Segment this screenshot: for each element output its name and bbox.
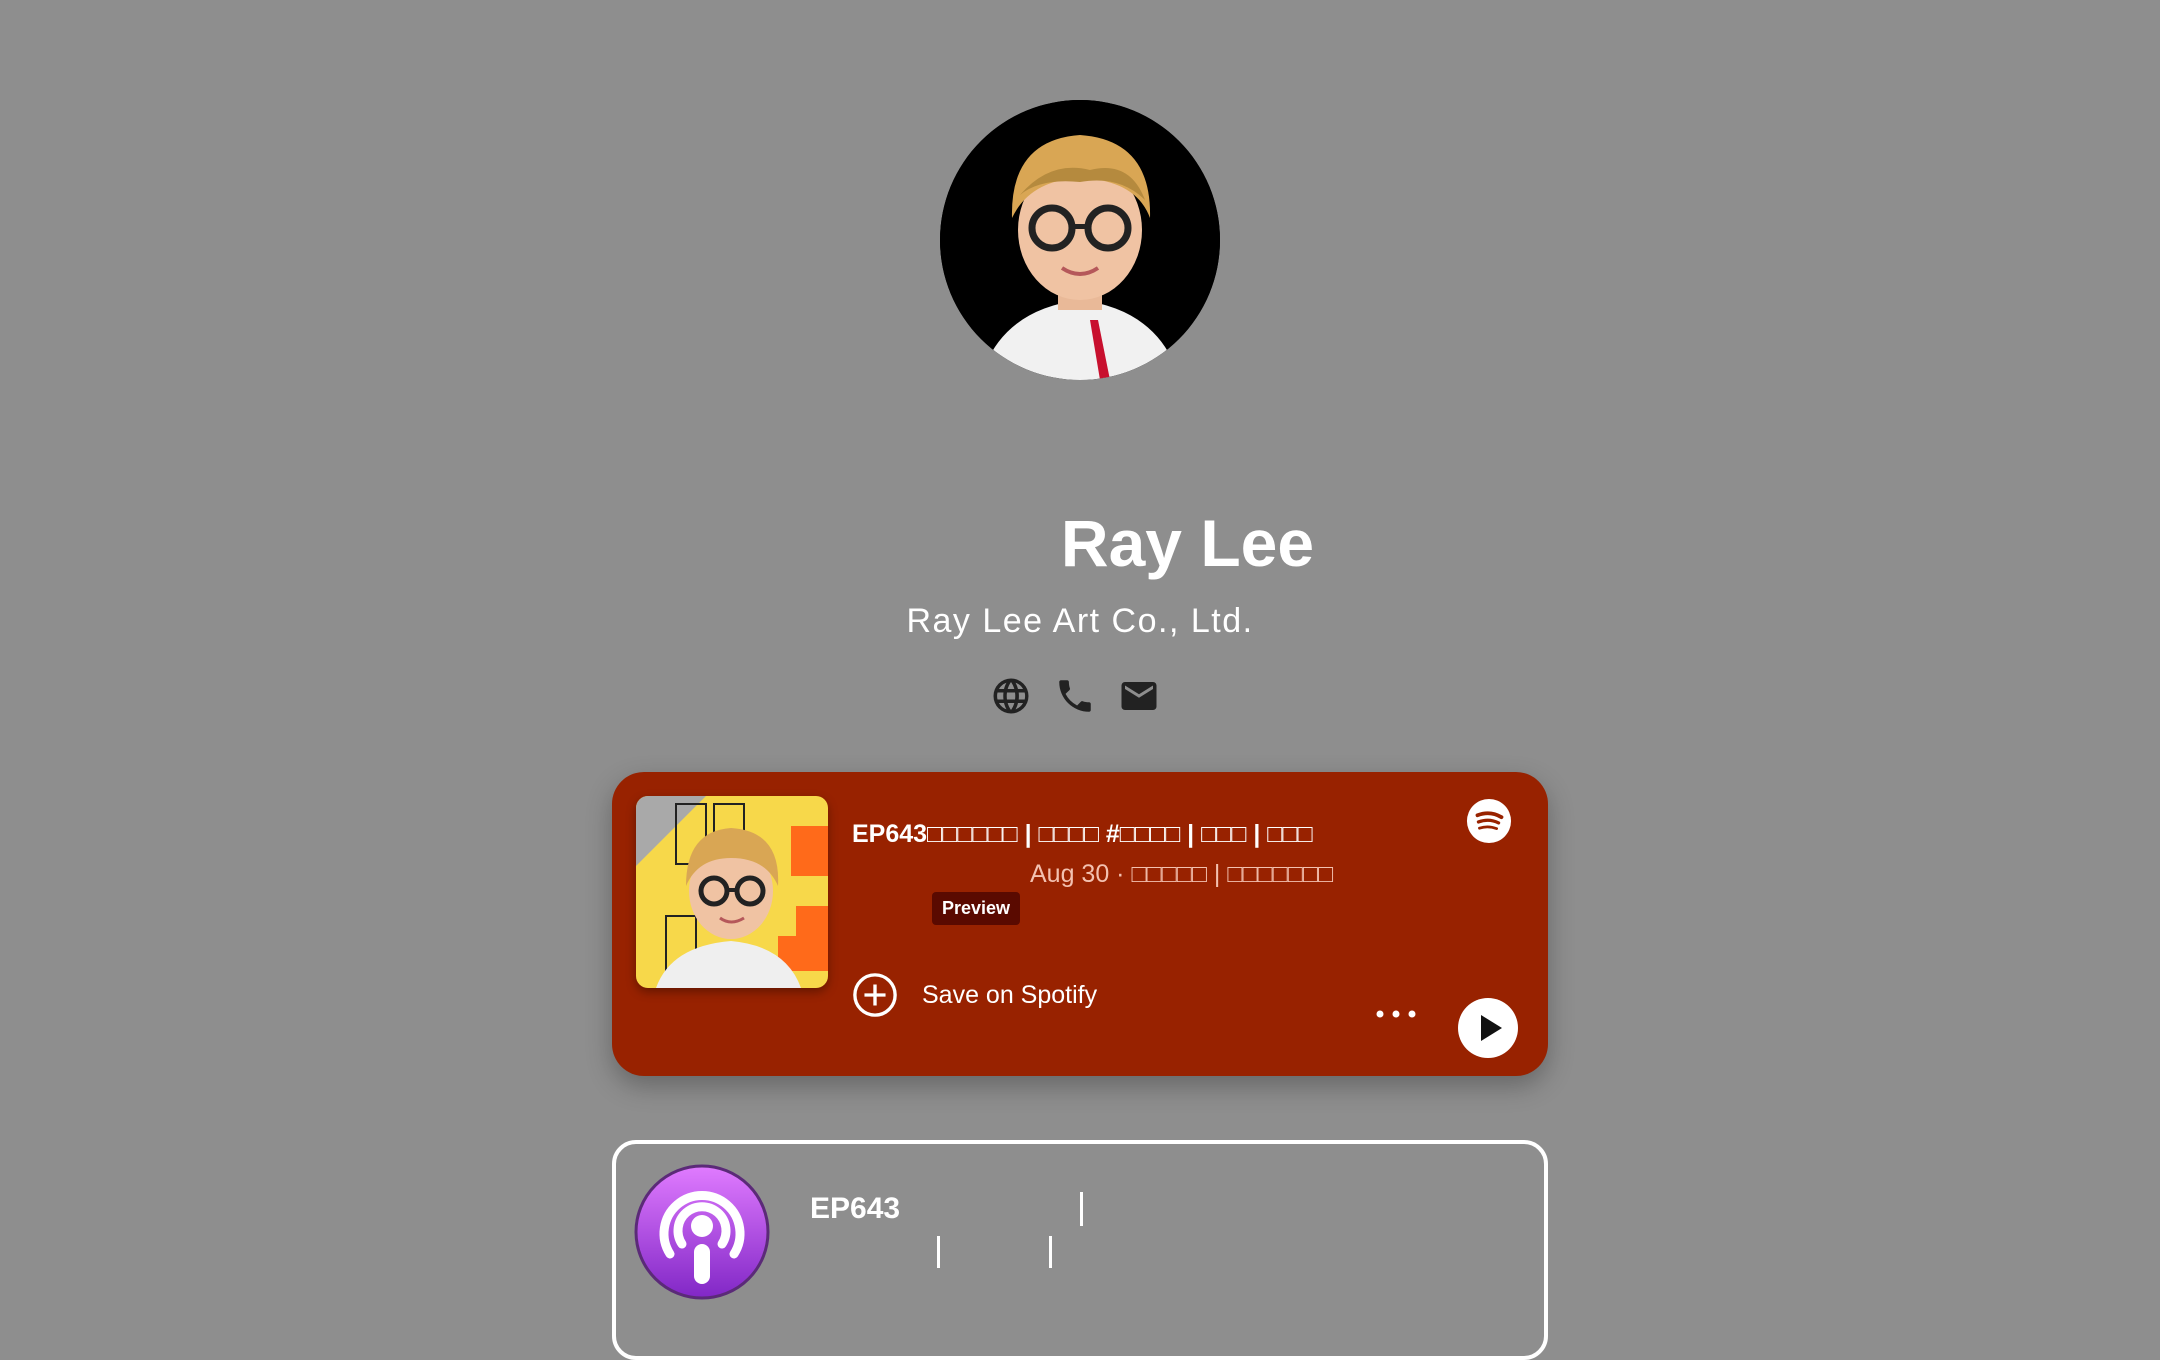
contact-icons xyxy=(990,675,1160,717)
mail-icon[interactable] xyxy=(1118,675,1160,717)
subtitle-divider xyxy=(937,1236,940,1268)
globe-icon[interactable] xyxy=(990,675,1032,717)
save-on-spotify-label: Save on Spotify xyxy=(922,980,1098,1009)
profile-avatar xyxy=(940,100,1220,380)
spotify-embed-card[interactable]: EP643□□□□□□ | □□□□ #□□□□ | □□□ | □□□ Aug… xyxy=(612,772,1548,1076)
play-button[interactable] xyxy=(1458,998,1518,1058)
save-on-spotify-button[interactable]: Save on Spotify xyxy=(852,972,1097,1018)
preview-badge: Preview xyxy=(932,892,1021,925)
spotify-logo-icon[interactable] xyxy=(1466,798,1512,844)
episode-title[interactable]: EP643□□□□□□ | □□□□ #□□□□ | □□□ | □□□ xyxy=(852,820,1313,849)
apple-podcasts-card[interactable]: EP643 xyxy=(612,1140,1548,1360)
title-divider xyxy=(1080,1192,1083,1226)
more-options-icon[interactable] xyxy=(1374,1006,1418,1022)
subtitle-divider xyxy=(1049,1236,1052,1268)
phone-icon[interactable] xyxy=(1054,675,1096,717)
apple-podcasts-icon xyxy=(634,1164,770,1300)
episode-meta: Aug 30 · □□□□□ | □□□□□□□ xyxy=(1030,860,1334,888)
add-circle-icon xyxy=(852,972,898,1018)
profile-name: Ray Lee xyxy=(1060,506,1315,580)
episode-cover-image xyxy=(636,796,828,988)
company-name: Ray Lee Art Co., Ltd. xyxy=(906,602,1254,640)
apple-episode-title: EP643 xyxy=(810,1192,901,1225)
